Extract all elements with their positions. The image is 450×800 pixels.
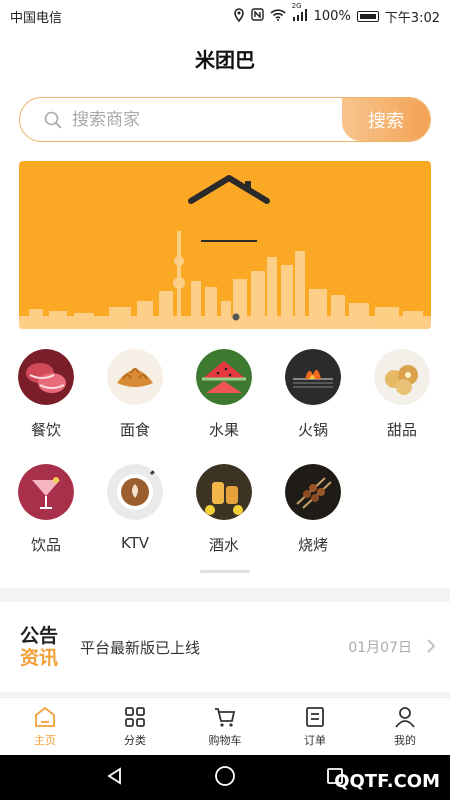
network-label: 2G bbox=[291, 1, 302, 10]
category-label: 餐饮 bbox=[30, 421, 61, 439]
tab-label: 我的 bbox=[394, 734, 416, 747]
category-label: KTV bbox=[120, 534, 150, 552]
nfc-icon bbox=[250, 8, 264, 24]
home-icon bbox=[35, 706, 55, 727]
tab-mine[interactable]: 我的 bbox=[360, 698, 450, 755]
bread-icon bbox=[107, 349, 163, 405]
category-catering[interactable]: 餐饮 bbox=[11, 349, 81, 440]
tab-cart[interactable]: 购物车 bbox=[180, 698, 270, 755]
category-page-indicator bbox=[200, 570, 250, 573]
category-label: 面食 bbox=[119, 421, 150, 439]
chevron-right-icon[interactable] bbox=[426, 635, 436, 659]
notice-bar[interactable]: 公告 资讯 平台最新版已上线 01月07日 bbox=[0, 602, 450, 692]
notice-text: 平台最新版已上线 bbox=[80, 638, 201, 657]
category-hotpot[interactable]: 火锅 bbox=[278, 349, 348, 440]
status-bar: 中国电信 2G 100% 下午3:02 bbox=[0, 0, 450, 32]
bottom-tabbar: 主页 分类 购物车 订单 我的 bbox=[0, 697, 450, 755]
order-icon bbox=[306, 707, 324, 727]
category-row: 餐饮 面食 水果 火锅 甜品 bbox=[0, 349, 450, 464]
back-icon[interactable] bbox=[105, 766, 125, 790]
wifi-icon bbox=[270, 8, 286, 24]
location-icon bbox=[233, 7, 245, 25]
grid-icon bbox=[125, 707, 145, 727]
category-wine[interactable]: 酒水 bbox=[189, 464, 259, 555]
banner-illustration bbox=[19, 175, 431, 329]
category-dessert[interactable]: 甜品 bbox=[367, 349, 437, 440]
category-row: 饮品 KTV 酒水 烧烤 bbox=[0, 464, 450, 579]
category-label: 水果 bbox=[208, 421, 239, 439]
category-noodles[interactable]: 面食 bbox=[100, 349, 170, 440]
battery-percent: 100% bbox=[313, 8, 351, 24]
cocktail-icon bbox=[18, 464, 74, 520]
notice-date: 01月07日 bbox=[348, 640, 412, 656]
category-label: 火锅 bbox=[297, 421, 328, 439]
status-icons: 2G 100% 下午3:02 bbox=[233, 2, 440, 26]
banner-page-indicator bbox=[232, 313, 240, 321]
watermark: QQTF.COM bbox=[334, 771, 440, 792]
coffee-icon bbox=[107, 464, 163, 520]
signal-icon: 2G bbox=[292, 2, 308, 24]
category-grid: 餐饮 面食 水果 火锅 甜品 饮品 KTV 酒水 烧烤 bbox=[0, 349, 450, 579]
battery-icon bbox=[356, 10, 379, 22]
home-circle-icon[interactable] bbox=[214, 765, 236, 791]
tab-home[interactable]: 主页 bbox=[0, 698, 90, 755]
dessert-icon bbox=[374, 349, 430, 405]
category-fruit[interactable]: 水果 bbox=[189, 349, 259, 440]
watermelon-icon bbox=[196, 349, 252, 405]
promo-banner[interactable] bbox=[19, 161, 431, 329]
page-title: 米团巴 bbox=[195, 48, 255, 72]
tab-label: 购物车 bbox=[208, 734, 242, 747]
search-icon bbox=[44, 111, 62, 129]
barbecue-icon bbox=[285, 464, 341, 520]
category-barbecue[interactable]: 烧烤 bbox=[278, 464, 348, 555]
tab-label: 分类 bbox=[124, 734, 146, 747]
carrier-label: 中国电信 bbox=[10, 10, 63, 26]
category-drinks[interactable]: 饮品 bbox=[11, 464, 81, 555]
search-bar: 搜索 bbox=[19, 97, 431, 142]
notice-logo: 公告 资讯 bbox=[20, 625, 70, 669]
category-label: 烧烤 bbox=[297, 536, 328, 554]
wine-icon bbox=[196, 464, 252, 520]
clock: 下午3:02 bbox=[384, 10, 440, 26]
notice-logo-line2: 资讯 bbox=[20, 647, 59, 669]
section-divider bbox=[0, 588, 450, 602]
category-label: 酒水 bbox=[208, 536, 239, 554]
tab-label: 订单 bbox=[304, 734, 326, 747]
category-ktv[interactable]: KTV bbox=[100, 464, 170, 552]
cart-icon bbox=[215, 708, 236, 727]
search-button[interactable]: 搜索 bbox=[342, 98, 430, 141]
tab-category[interactable]: 分类 bbox=[90, 698, 180, 755]
user-icon bbox=[395, 707, 415, 728]
hotpot-icon bbox=[285, 349, 341, 405]
notice-logo-line1: 公告 bbox=[20, 625, 59, 647]
tab-orders[interactable]: 订单 bbox=[270, 698, 360, 755]
category-label: 饮品 bbox=[30, 536, 61, 554]
tab-label: 主页 bbox=[34, 734, 56, 747]
search-input[interactable] bbox=[72, 98, 342, 141]
category-label: 甜品 bbox=[386, 421, 417, 439]
meat-icon bbox=[18, 349, 74, 405]
